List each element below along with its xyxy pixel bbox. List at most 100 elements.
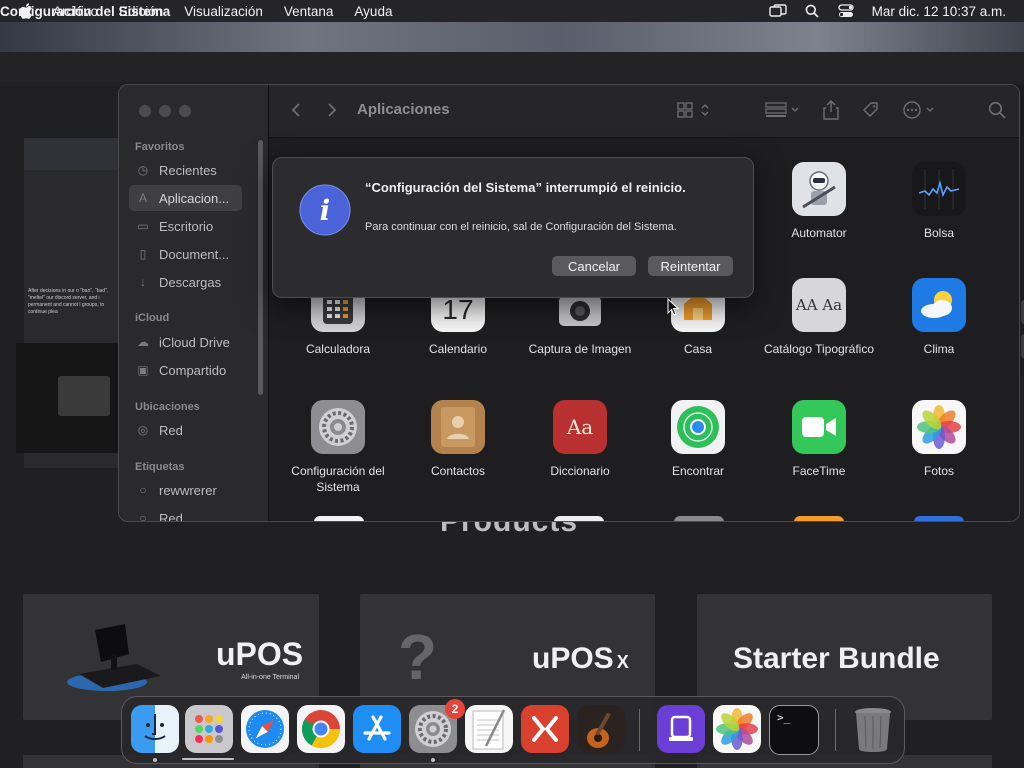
product-card-label: Starter Bundle	[733, 642, 940, 675]
app-clima[interactable]: Clima	[879, 278, 999, 357]
menu-bar: Configuración del Sistema Archivo Edició…	[0, 0, 1024, 22]
automator-icon	[792, 162, 846, 216]
photos-icon	[912, 400, 966, 454]
app-partial-icon	[554, 516, 604, 521]
sidebar-item-descargas[interactable]: ↓ Descargas	[129, 269, 242, 295]
app-contactos[interactable]: Contactos	[398, 400, 518, 479]
sidebar-item-label: rewwrerer	[159, 482, 217, 498]
sidebar-section-icloud: iCloud	[135, 312, 170, 324]
forward-chevron-icon[interactable]	[325, 99, 339, 121]
menu-visualizacion[interactable]: Visualización	[184, 4, 263, 19]
sidebar-item-icloud-drive[interactable]: ☁ iCloud Drive	[129, 329, 242, 355]
system-settings-icon	[311, 400, 365, 454]
sidebar-item-aplicaciones[interactable]: A Aplicacion...	[129, 185, 242, 211]
sidebar-item-label: iCloud Drive	[159, 334, 230, 350]
finder-toolbar: Aplicaciones	[269, 85, 1019, 138]
sidebar-item-label: Red	[159, 422, 183, 438]
search-icon[interactable]	[987, 99, 1007, 121]
facetime-icon	[792, 400, 846, 454]
app-label: Calendario	[428, 342, 488, 356]
menu-ventana[interactable]: Ventana	[284, 4, 334, 19]
sidebar-item-documentos[interactable]: ▯ Document...	[129, 241, 242, 267]
chrome-icon[interactable]	[297, 705, 345, 753]
safari-icon[interactable]	[241, 705, 289, 753]
sidebar-item-red[interactable]: ◎ Red	[129, 417, 242, 443]
clock-icon: ◷	[137, 163, 149, 177]
control-center-icon[interactable]	[836, 0, 856, 22]
tag-icon[interactable]	[861, 99, 881, 121]
svg-text:i: i	[320, 194, 331, 227]
product-card-sublabel: All-in-one Terminal	[241, 674, 299, 681]
launchpad-icon[interactable]	[185, 705, 233, 753]
terminal-icon[interactable]: >_	[769, 705, 819, 755]
sidebar-scrollbar[interactable]	[258, 140, 263, 395]
app-catalogo-tipografico[interactable]: AA Aa Catálogo Tipográfico	[759, 278, 879, 357]
background-hero-banner	[0, 22, 1024, 52]
sidebar-item-label: Aplicacion...	[159, 190, 230, 206]
garageband-icon[interactable]	[577, 705, 625, 753]
tag-dot-icon: ○	[139, 511, 147, 522]
app-partial-icon	[674, 516, 724, 521]
app-label: Diccionario	[550, 464, 610, 478]
notification-badge: 2	[445, 699, 465, 719]
minimize-window-button[interactable]	[159, 105, 171, 117]
menu-ayuda[interactable]: Ayuda	[354, 4, 392, 19]
app-label: Bolsa	[923, 226, 955, 240]
sidebar-item-tag-rewwrerer[interactable]: ○ rewwrerer	[129, 477, 242, 503]
close-window-button[interactable]	[139, 105, 151, 117]
desktop-icon: ▭	[137, 219, 149, 233]
app-configuracion-del-sistema[interactable]: Configuración del Sistema	[278, 400, 398, 495]
remote-desktop-icon[interactable]	[521, 705, 569, 753]
dictionary-icon: Aa	[553, 400, 607, 454]
more-actions-icon[interactable]	[903, 99, 939, 121]
app-store-icon[interactable]	[353, 705, 401, 753]
zoom-window-button[interactable]	[179, 105, 191, 117]
icon-view-toggle-icon[interactable]	[677, 99, 715, 121]
spotlight-search-icon[interactable]	[802, 0, 822, 22]
app-automator[interactable]: Automator	[759, 162, 879, 241]
menu-bar-clock[interactable]: Mar dic. 12 10:37 a.m.	[872, 4, 1006, 19]
dictionary-glyph: Aa	[566, 415, 594, 439]
app-encontrar[interactable]: Encontrar	[638, 400, 758, 479]
system-settings-icon[interactable]: 2	[409, 699, 465, 753]
group-by-icon[interactable]	[765, 99, 803, 121]
menu-app-name[interactable]: Configuración del Sistema	[0, 4, 170, 19]
sidebar-item-label: Recientes	[159, 162, 217, 178]
sidebar-item-recientes[interactable]: ◷ Recientes	[129, 157, 242, 183]
app-label: Captura de Imagen	[528, 342, 632, 356]
photos-icon[interactable]	[713, 705, 761, 753]
placeholder-question-icon: ?	[398, 621, 438, 693]
app-label: Calculadora	[305, 342, 371, 356]
unknown-purple-icon[interactable]	[657, 705, 705, 753]
trash-icon[interactable]	[849, 705, 897, 753]
sidebar-item-tag-red[interactable]: ○ Red	[129, 505, 242, 522]
app-fotos[interactable]: Fotos	[879, 400, 999, 479]
app-partial-icon	[794, 516, 844, 521]
sidebar-section-favoritos: Favoritos	[135, 141, 185, 153]
app-bolsa[interactable]: Bolsa	[879, 162, 999, 241]
cancel-button[interactable]: Cancelar	[552, 256, 636, 276]
terminal-image	[67, 624, 161, 691]
terminal-prompt: >_	[777, 711, 791, 724]
textedit-icon[interactable]	[465, 705, 513, 753]
sidebar-item-compartido[interactable]: ▣ Compartido	[129, 357, 242, 383]
finder-icon[interactable]	[131, 705, 179, 753]
app-label: Configuración del Sistema	[291, 464, 385, 494]
back-chevron-icon[interactable]	[289, 99, 303, 121]
sidebar-item-label: Red	[159, 510, 183, 522]
app-label: Automator	[791, 226, 847, 240]
app-label: Contactos	[430, 464, 486, 478]
restart-interrupted-alert: i “Configuración del Sistema” interrumpi…	[272, 157, 754, 298]
sidebar-item-escritorio[interactable]: ▭ Escritorio	[129, 213, 242, 239]
screen-mirroring-icon[interactable]	[768, 0, 788, 22]
app-facetime[interactable]: FaceTime	[759, 400, 879, 479]
app-partial-icon	[314, 516, 364, 521]
app-diccionario[interactable]: Aa Diccionario	[518, 400, 642, 479]
background-thumbnail: After decisions in our o "ban", "bad", "…	[16, 138, 120, 468]
sidebar-item-label: Document...	[159, 246, 230, 262]
retry-button[interactable]: Reintentar	[648, 256, 733, 276]
sidebar-item-label: Compartido	[159, 362, 227, 378]
share-icon[interactable]	[821, 99, 841, 121]
thumbnail-text: After decisions in our o "ban", "bad", "…	[28, 288, 109, 315]
mouse-cursor-icon	[667, 298, 679, 316]
